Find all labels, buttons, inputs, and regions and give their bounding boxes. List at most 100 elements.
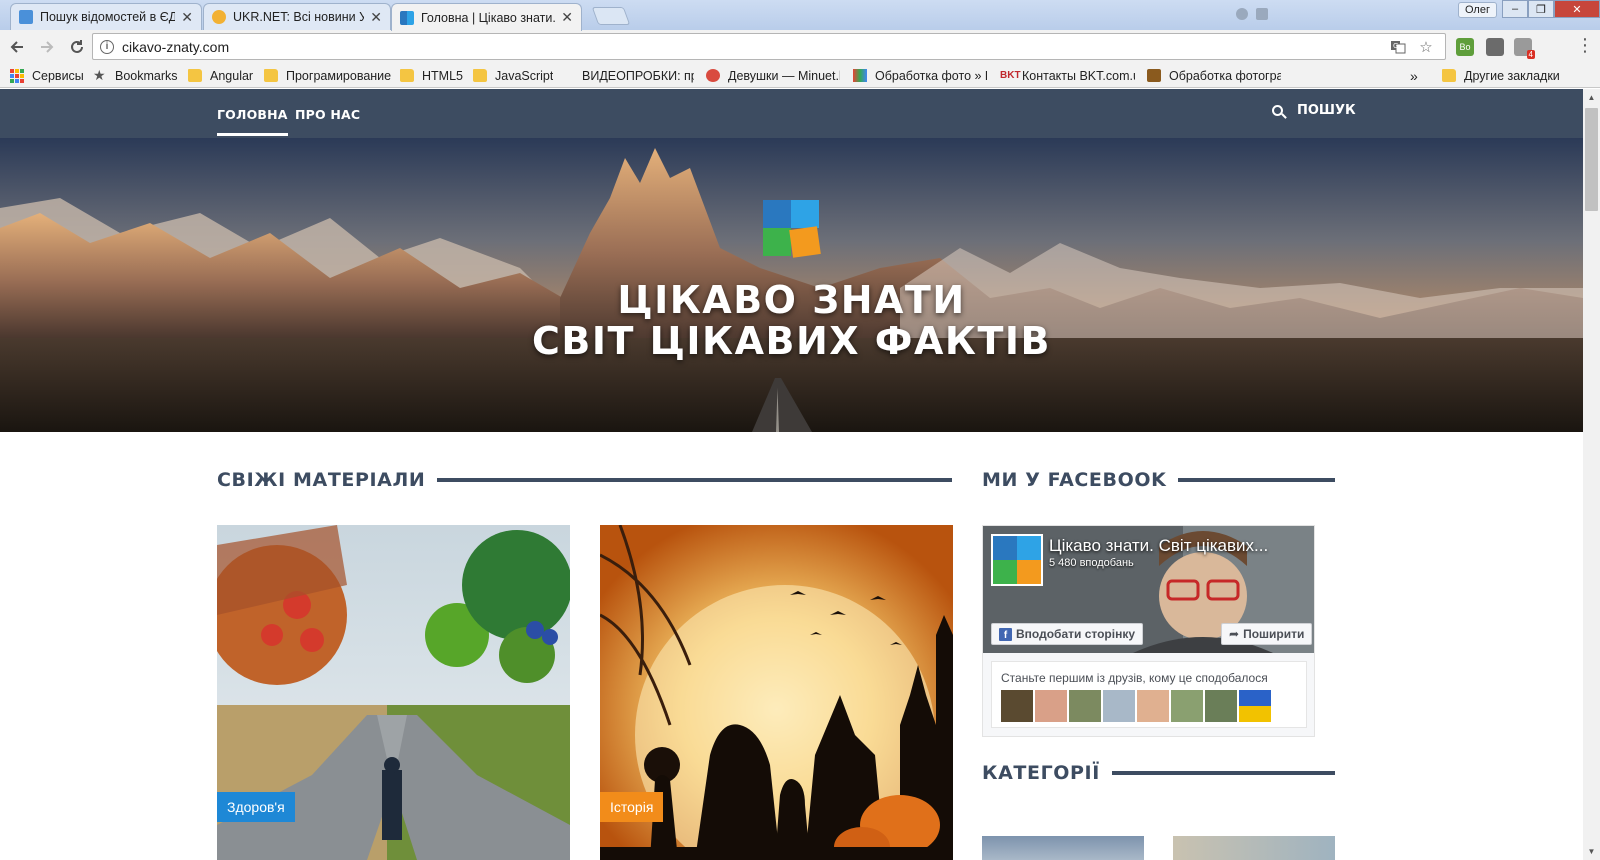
scroll-up-arrow-icon[interactable]: ▲	[1583, 89, 1600, 106]
category-badge[interactable]: Здоров'я	[217, 792, 295, 822]
facebook-like-button[interactable]: f Вподобати сторінку	[991, 623, 1144, 645]
avatar[interactable]	[1171, 690, 1203, 722]
bookmark-minuet[interactable]: Девушки — Minuet.l	[706, 67, 840, 84]
tab-close-icon[interactable]: ✕	[181, 9, 193, 26]
svg-text:G: G	[1393, 42, 1398, 50]
facebook-likes-count: 5 480 вподобань	[1049, 557, 1134, 569]
bookmark-folder-javascript[interactable]: JavaScript	[473, 67, 553, 84]
close-window-button[interactable]: ✕	[1554, 0, 1600, 18]
bookmark-folder-programming[interactable]: Програмирование	[264, 67, 391, 84]
avatar[interactable]	[1069, 690, 1101, 722]
bkt-logo-icon: BKT	[1000, 70, 1021, 81]
fresh-materials-heading: СВІЖІ МАТЕРІАЛИ	[217, 469, 952, 491]
folder-icon	[188, 69, 202, 82]
back-arrow-icon	[10, 40, 23, 53]
category-thumbnail[interactable]	[982, 836, 1144, 860]
apps-grid-icon	[10, 69, 24, 83]
category-thumbnail[interactable]	[1173, 836, 1335, 860]
search-icon	[1272, 105, 1283, 116]
tab-ukrnet[interactable]: UKR.NET: Всі новини України ✕	[203, 3, 391, 30]
translate-icon[interactable]: G	[1389, 38, 1407, 56]
section-title: МИ У FACEBOOK	[982, 469, 1167, 491]
facebook-page-logo[interactable]	[991, 534, 1043, 586]
logo-square-orange	[789, 226, 821, 258]
extension-icon	[1256, 8, 1268, 20]
folder-icon	[400, 69, 414, 82]
tab-title: UKR.NET: Всі новини України	[233, 10, 364, 24]
logo-square-blue	[763, 200, 791, 228]
restore-button[interactable]: ❐	[1528, 0, 1554, 18]
bookmark-folder-angular[interactable]: Angular	[188, 67, 253, 84]
facebook-page-widget: Цікаво знати. Світ цікавих... 5 480 впод…	[982, 525, 1315, 737]
bookmark-label: Другие закладки	[1464, 68, 1560, 83]
bookmark-label: Програмирование	[286, 68, 392, 83]
address-bar[interactable]: i cikavo-znaty.com G ☆	[92, 33, 1446, 60]
section-rule	[437, 478, 952, 482]
scrollbar-thumb[interactable]	[1585, 108, 1598, 211]
tab-close-icon[interactable]: ✕	[561, 9, 573, 26]
nav-home-link[interactable]: ГОЛОВНА	[217, 107, 288, 136]
extension-lock-icon[interactable]	[1486, 38, 1504, 56]
bookmark-bookmarks[interactable]: ★ Bookmarks	[93, 67, 178, 84]
avatar[interactable]	[1137, 690, 1169, 722]
site-info-icon[interactable]: i	[100, 39, 114, 54]
avatar[interactable]	[1001, 690, 1033, 722]
other-bookmarks[interactable]: Другие закладки	[1442, 67, 1560, 84]
site-logo-icon[interactable]	[763, 200, 821, 258]
tab-close-icon[interactable]: ✕	[370, 9, 382, 26]
like-button-label: Вподобати сторінку	[1016, 627, 1136, 641]
reload-button[interactable]	[64, 34, 90, 60]
scroll-down-arrow-icon[interactable]: ▼	[1583, 843, 1600, 860]
tab-cikavo-active[interactable]: Головна | Цікаво знати. Світ ✕	[391, 3, 582, 31]
bookmark-label: HTML5	[422, 68, 463, 83]
minimize-button[interactable]: –	[1502, 0, 1528, 18]
bookmark-photo-processing-2[interactable]: Обработка фотограф	[1147, 67, 1281, 84]
extension-bo-icon[interactable]: Bo	[1456, 38, 1474, 56]
window-controls: – ❐ ✕	[1502, 0, 1600, 18]
avatar[interactable]	[1103, 690, 1135, 722]
url-text[interactable]: cikavo-znaty.com	[122, 39, 1389, 55]
bookmark-label: Angular	[210, 68, 254, 83]
folder-icon	[1442, 69, 1456, 82]
category-badge[interactable]: Історія	[600, 792, 664, 822]
bookmark-bkt[interactable]: BKT Контакты BKT.com.ua	[1000, 67, 1135, 84]
browser-menu-icon[interactable]: ⋮	[1576, 36, 1594, 54]
logo-square-green	[763, 228, 791, 256]
site-favicon-icon	[1147, 69, 1161, 82]
bookmark-videoprobki[interactable]: ВИДЕОПРОБКИ: про	[582, 67, 694, 84]
bookmarks-overflow-button[interactable]: »	[1410, 67, 1418, 84]
facebook-heading: МИ У FACEBOOK	[982, 469, 1335, 491]
share-arrow-icon: ➦	[1229, 627, 1240, 641]
browser-tab-strip: Пошук відомостей в ЄДР ✕ UKR.NET: Всі но…	[0, 0, 1600, 31]
article-card-health[interactable]: Здоров'я	[217, 525, 570, 860]
facebook-cover-image[interactable]: Цікаво знати. Світ цікавих... 5 480 впод…	[983, 526, 1314, 653]
facebook-page-name[interactable]: Цікаво знати. Світ цікавих...	[1049, 536, 1268, 556]
avatar[interactable]	[1239, 690, 1271, 722]
search-label: ПОШУК	[1297, 103, 1356, 118]
article-card-history[interactable]: Історія	[600, 525, 953, 860]
nav-about-link[interactable]: ПРО НАС	[295, 107, 360, 122]
bookmark-photo-processing[interactable]: Обработка фото » Р	[853, 67, 987, 84]
new-tab-button[interactable]	[591, 7, 631, 25]
avatar[interactable]	[1035, 690, 1067, 722]
bookmark-folder-html5[interactable]: HTML5	[400, 67, 463, 84]
tab-edr[interactable]: Пошук відомостей в ЄДР ✕	[10, 3, 202, 30]
nav-search-button[interactable]: ПОШУК	[1272, 103, 1356, 118]
page-scrollbar[interactable]: ▲ ▼	[1583, 89, 1600, 860]
folder-icon	[473, 69, 487, 82]
bookmark-label: ВИДЕОПРОБКИ: про	[582, 68, 694, 83]
forward-arrow-icon	[41, 40, 54, 53]
avatar[interactable]	[1205, 690, 1237, 722]
bookmarks-bar: Сервисы ★ Bookmarks Angular Програмирова…	[0, 63, 1600, 88]
extension-badge-icon[interactable]: 4	[1514, 38, 1535, 59]
bookmark-star-icon[interactable]: ☆	[1417, 38, 1435, 56]
star-icon: ★	[93, 67, 106, 83]
back-button[interactable]	[4, 34, 30, 60]
bookmark-apps[interactable]: Сервисы	[10, 67, 84, 84]
bookmark-label: Девушки — Minuet.l	[728, 68, 840, 83]
facebook-friends-box: Станьте першим із друзів, кому це сподоб…	[991, 661, 1307, 728]
profile-button[interactable]: Олег	[1458, 2, 1497, 18]
facebook-share-button[interactable]: ➦ Поширити	[1221, 623, 1313, 645]
forward-button[interactable]	[34, 34, 60, 60]
section-title: КАТЕГОРІЇ	[982, 762, 1100, 784]
